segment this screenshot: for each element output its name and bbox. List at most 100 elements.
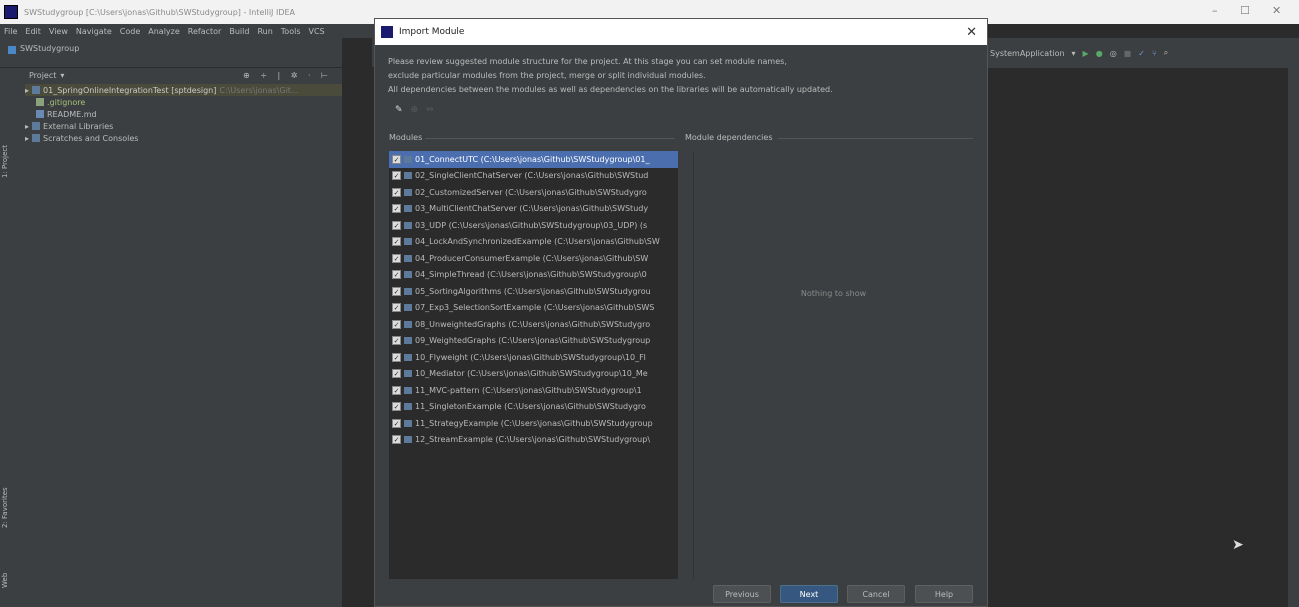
description-line: All dependencies between the modules as … bbox=[388, 85, 833, 94]
module-row[interactable]: ✓ 11_StrategyExample (C:\Users\jonas\Gith… bbox=[389, 415, 678, 432]
close-icon[interactable]: ✕ bbox=[966, 25, 977, 40]
search-icon[interactable]: ⌕ bbox=[1164, 48, 1168, 58]
module-row[interactable]: ✓ 08_UnweightedGraphs (C:\Users\jonas\Git… bbox=[389, 316, 678, 333]
run-config-dropdown[interactable]: SystemApplication bbox=[990, 49, 1065, 58]
module-row[interactable]: ✓ 02_CustomizedServer (C:\Users\jonas\Git… bbox=[389, 184, 678, 201]
module-row[interactable]: ✓ 01_ConnectUTC (C:\Users\jonas\Github\SW… bbox=[389, 151, 678, 168]
module-row[interactable]: ✓ 04_LockAndSynchronizedExample (C:\Users… bbox=[389, 234, 678, 251]
module-row[interactable]: ✓ 11_MVC-pattern (C:\Users\jonas\Github\S… bbox=[389, 382, 678, 399]
breadcrumb[interactable]: SWStudygroup bbox=[20, 44, 79, 53]
module-row[interactable]: ✓ 09_WeightedGraphs (C:\Users\jonas\Githu… bbox=[389, 333, 678, 350]
window-title: SWStudygroup [C:\Users\jonas\Github\SWSt… bbox=[24, 7, 296, 17]
rename-pencil-icon[interactable]: ✎ bbox=[395, 105, 403, 115]
tree-item-path: C:\Users\jonas\Git... bbox=[219, 85, 299, 95]
module-checkbox[interactable]: ✓ bbox=[392, 253, 401, 263]
module-row[interactable]: ✓ 12_StreamExample (C:\Users\jonas\Github… bbox=[389, 432, 678, 449]
menu-edit[interactable]: Edit bbox=[25, 27, 41, 36]
module-row[interactable]: ✓ 03_UDP (C:\Users\jonas\Github\SWStudygr… bbox=[389, 217, 678, 234]
module-row[interactable]: ✓ 07_Exp3_SelectionSortExample (C:\Users\… bbox=[389, 300, 678, 317]
tool-window-project[interactable]: 1: Project bbox=[1, 145, 9, 178]
build-icon[interactable]: ✓ bbox=[1138, 49, 1145, 58]
tree-item-module[interactable]: ▸ 01_SpringOnlineIntegrationTest [sptdes… bbox=[25, 84, 342, 96]
module-checkbox[interactable]: ✓ bbox=[392, 319, 401, 329]
module-checkbox[interactable]: ✓ bbox=[392, 171, 401, 181]
module-row[interactable]: ✓ 04_SimpleThread (C:\Users\jonas\Github\… bbox=[389, 267, 678, 284]
module-checkbox[interactable]: ✓ bbox=[392, 204, 401, 214]
module-checkbox[interactable]: ✓ bbox=[392, 154, 401, 164]
coverage-icon[interactable]: ◎ bbox=[1110, 49, 1117, 58]
menu-build[interactable]: Build bbox=[229, 27, 249, 36]
menu-analyze[interactable]: Analyze bbox=[148, 27, 180, 36]
module-checkbox[interactable]: ✓ bbox=[392, 352, 401, 362]
module-checkbox[interactable]: ✓ bbox=[392, 270, 401, 280]
import-module-dialog: Import Module ✕ Please review suggested … bbox=[374, 18, 988, 607]
module-checkbox[interactable]: ✓ bbox=[392, 402, 401, 412]
minimize-icon[interactable]: – bbox=[1212, 4, 1218, 17]
module-checkbox[interactable]: ✓ bbox=[392, 187, 401, 197]
maximize-icon[interactable]: ☐ bbox=[1240, 4, 1250, 17]
chevron-down-icon[interactable]: ▾ bbox=[60, 71, 64, 80]
navigation-bar: SWStudygroup bbox=[0, 38, 374, 68]
module-row[interactable]: ✓ 04_ProducerConsumerExample (C:\Users\jo… bbox=[389, 250, 678, 267]
tree-item-label: 01_SpringOnlineIntegrationTest [sptdesig… bbox=[43, 85, 217, 95]
module-label: 02_SingleClientChatServer (C:\Users\jona… bbox=[415, 171, 649, 181]
menu-run[interactable]: Run bbox=[257, 27, 272, 36]
cancel-button[interactable]: Cancel bbox=[847, 585, 905, 603]
expand-arrow-icon[interactable]: ▸ bbox=[25, 86, 29, 95]
tree-item-external-libraries[interactable]: ▸ External Libraries bbox=[25, 120, 342, 132]
project-toolbar-icons[interactable]: ⊕ ÷ | ✲ · ⊢ bbox=[243, 71, 332, 80]
split-icon[interactable]: ⇔ bbox=[426, 105, 434, 115]
module-label: 01_ConnectUTC (C:\Users\jonas\Github\SWS… bbox=[415, 154, 650, 164]
module-checkbox[interactable]: ✓ bbox=[392, 369, 401, 379]
tree-item-gitignore[interactable]: .gitignore bbox=[25, 96, 342, 108]
menu-navigate[interactable]: Navigate bbox=[76, 27, 112, 36]
menu-view[interactable]: View bbox=[49, 27, 68, 36]
expand-arrow-icon[interactable]: ▸ bbox=[25, 134, 29, 143]
module-row[interactable]: ✓ 11_SingletonExample (C:\Users\jonas\Git… bbox=[389, 399, 678, 416]
module-checkbox[interactable]: ✓ bbox=[392, 303, 401, 313]
left-tool-strip: 1: Project 2: Favorites Web bbox=[0, 68, 9, 607]
module-checkbox[interactable]: ✓ bbox=[392, 237, 401, 247]
library-icon bbox=[32, 122, 41, 130]
module-row[interactable]: ✓ 02_SingleClientChatServer (C:\Users\jon… bbox=[389, 168, 678, 185]
chevron-down-icon[interactable]: ▾ bbox=[1072, 49, 1076, 58]
module-checkbox[interactable]: ✓ bbox=[392, 435, 401, 445]
module-label: 05_SortingAlgorithms (C:\Users\jonas\Git… bbox=[415, 286, 651, 296]
run-icon[interactable]: ▶ bbox=[1083, 49, 1089, 58]
module-label: 03_MultiClientChatServer (C:\Users\jonas… bbox=[415, 204, 649, 214]
merge-icon[interactable]: ⊕ bbox=[411, 105, 419, 115]
previous-button[interactable]: Previous bbox=[713, 585, 771, 603]
module-row[interactable]: ✓ 10_Flyweight (C:\Users\jonas\Github\SWS… bbox=[389, 349, 678, 366]
debug-icon[interactable]: ● bbox=[1096, 49, 1103, 58]
module-checkbox[interactable]: ✓ bbox=[392, 286, 401, 296]
description-line: Please review suggested module structure… bbox=[388, 57, 787, 66]
tree-item-readme[interactable]: README.md bbox=[25, 108, 342, 120]
menu-code[interactable]: Code bbox=[120, 27, 140, 36]
help-button[interactable]: Help bbox=[915, 585, 973, 603]
close-window-icon[interactable]: ✕ bbox=[1272, 4, 1281, 17]
expand-arrow-icon[interactable]: ▸ bbox=[25, 122, 29, 131]
module-checkbox[interactable]: ✓ bbox=[392, 336, 401, 346]
menu-vcs[interactable]: VCS bbox=[309, 27, 325, 36]
tool-window-web[interactable]: Web bbox=[1, 573, 9, 588]
menu-refactor[interactable]: Refactor bbox=[188, 27, 222, 36]
module-folder-icon bbox=[404, 221, 412, 229]
tree-item-scratches[interactable]: ▸ Scratches and Consoles bbox=[25, 132, 342, 144]
vcs-icon[interactable]: ⑂ bbox=[1152, 49, 1157, 58]
module-row[interactable]: ✓ 10_Mediator (C:\Users\jonas\Github\SWSt… bbox=[389, 366, 678, 383]
stop-icon[interactable]: ■ bbox=[1124, 49, 1132, 58]
module-checkbox[interactable]: ✓ bbox=[392, 385, 401, 395]
module-checkbox[interactable]: ✓ bbox=[392, 418, 401, 428]
modules-label: Modules bbox=[389, 133, 423, 142]
project-panel-header: Project ▾ ⊕ ÷ | ✲ · ⊢ bbox=[9, 68, 342, 82]
tool-window-favorites[interactable]: 2: Favorites bbox=[1, 487, 9, 528]
menu-file[interactable]: File bbox=[4, 27, 17, 36]
next-button[interactable]: Next bbox=[780, 585, 838, 603]
module-checkbox[interactable]: ✓ bbox=[392, 220, 401, 230]
modules-list[interactable]: ✓ 01_ConnectUTC (C:\Users\jonas\Github\SW… bbox=[389, 151, 678, 579]
project-view-dropdown[interactable]: Project bbox=[29, 71, 56, 80]
project-panel: Project ▾ ⊕ ÷ | ✲ · ⊢ ▸ 01_SpringOnlineI… bbox=[9, 68, 342, 607]
module-row[interactable]: ✓ 03_MultiClientChatServer (C:\Users\jona… bbox=[389, 201, 678, 218]
module-row[interactable]: ✓ 05_SortingAlgorithms (C:\Users\jonas\Gi… bbox=[389, 283, 678, 300]
menu-tools[interactable]: Tools bbox=[281, 27, 301, 36]
